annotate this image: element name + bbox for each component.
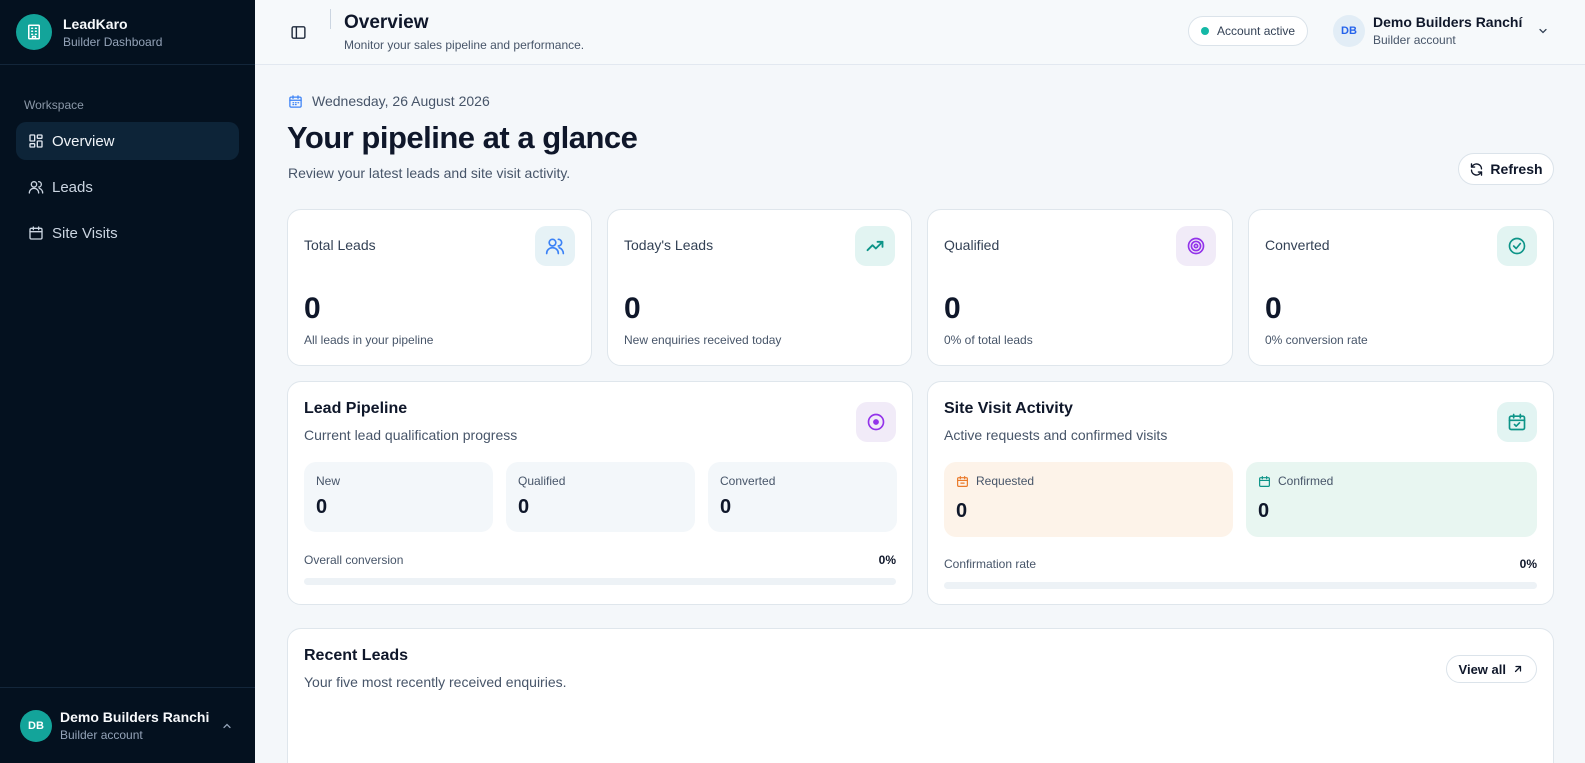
stat-card-todays-leads: Today's Leads 0 New enquiries received t… xyxy=(607,209,912,366)
stat-value: 0 xyxy=(1265,292,1282,325)
header-user-name[interactable]: Demo Builders Ranchí xyxy=(1373,14,1522,30)
stage-value: 0 xyxy=(720,496,732,518)
sidebar: LeadKaro Builder Dashboard Workspace Ove… xyxy=(0,0,255,763)
stat-label: Converted xyxy=(1265,237,1330,253)
calendar-icon xyxy=(1259,475,1270,487)
requested-value: 0 xyxy=(956,500,968,522)
chevron-up-icon xyxy=(223,723,231,729)
conversion-label: Overall conversion xyxy=(304,553,404,567)
stat-value: 0 xyxy=(944,292,961,325)
view-all-button[interactable]: View all xyxy=(1445,655,1537,683)
confirmation-label: Confirmation rate xyxy=(944,557,1037,571)
date-text: Wednesday, 26 August 2026 xyxy=(312,93,490,109)
brand[interactable]: LeadKaro Builder Dashboard xyxy=(0,0,255,65)
check-circle-icon xyxy=(1497,226,1537,266)
sidebar-item-overview[interactable]: Overview xyxy=(16,122,239,160)
sidebar-item-label: Site Visits xyxy=(52,224,118,242)
grid-icon xyxy=(29,134,43,148)
stat-label: Qualified xyxy=(944,237,1000,253)
confirmed-label: Confirmed xyxy=(1278,474,1334,488)
refresh-icon xyxy=(1471,162,1483,176)
users-icon xyxy=(535,226,575,266)
stat-description: 0% conversion rate xyxy=(1265,333,1368,347)
stage-label: Converted xyxy=(720,474,776,488)
sidebar-item-site-visits[interactable]: Site Visits xyxy=(16,214,239,252)
confirmed-value: 0 xyxy=(1258,500,1270,522)
stat-label: Today's Leads xyxy=(624,237,714,253)
visits-requested: Requested 0 xyxy=(944,462,1233,537)
sidebar-item-leads[interactable]: Leads xyxy=(16,168,239,206)
calendar-icon xyxy=(29,226,43,240)
page-subtitle: Review your latest leads and site visit … xyxy=(288,165,571,181)
confirmation-value: 0% xyxy=(1519,557,1537,571)
conversion-progress-bar xyxy=(304,578,896,585)
arrow-up-right-icon xyxy=(1514,665,1522,673)
stage-label: Qualified xyxy=(518,474,566,488)
users-icon xyxy=(28,181,44,194)
avatar[interactable]: DB xyxy=(1333,15,1365,47)
chevron-down-icon[interactable] xyxy=(1537,25,1549,37)
sidebar-nav: Overview Leads Site Visits xyxy=(16,122,239,260)
sidebar-user-name: Demo Builders Ranchi xyxy=(60,709,210,725)
brand-name: LeadKaro xyxy=(63,15,128,32)
stat-value: 0 xyxy=(624,292,641,325)
stat-description: 0% of total leads xyxy=(944,333,1033,347)
confirmation-progress-bar xyxy=(944,582,1537,589)
panel-subtitle: Your five most recently received enquiri… xyxy=(304,674,567,690)
requested-label: Requested xyxy=(976,474,1035,488)
status-badge: Account active xyxy=(1188,16,1309,46)
recent-leads-card: Recent Leads Your five most recently rec… xyxy=(287,628,1554,763)
sidebar-user-role: Builder account xyxy=(60,728,143,742)
stage-value: 0 xyxy=(518,496,530,518)
header-user-role: Builder account xyxy=(1373,33,1456,47)
target-icon xyxy=(1176,226,1216,266)
refresh-button[interactable]: Refresh xyxy=(1458,153,1554,185)
visits-confirmed: Confirmed 0 xyxy=(1246,462,1537,537)
panel-title: Site Visit Activity xyxy=(944,400,1073,417)
stat-card-converted: Converted 0 0% conversion rate xyxy=(1248,209,1554,366)
stat-value: 0 xyxy=(304,292,321,325)
panel-title: Recent Leads xyxy=(304,647,409,664)
panel-subtitle: Current lead qualification progress xyxy=(304,427,518,443)
sidebar-toggle-button[interactable] xyxy=(286,20,310,44)
stat-description: New enquiries received today xyxy=(624,333,782,347)
stage-label: New xyxy=(316,474,341,488)
stage-value: 0 xyxy=(316,496,328,518)
pipeline-stage-new: New 0 xyxy=(304,462,493,532)
view-all-label: View all xyxy=(1458,661,1506,677)
calendar-icon xyxy=(957,475,968,487)
status-text: Account active xyxy=(1217,24,1296,38)
panel-title: Lead Pipeline xyxy=(304,400,408,417)
conversion-value: 0% xyxy=(878,553,896,567)
refresh-label: Refresh xyxy=(1490,161,1543,177)
top-header: Overview Monitor your sales pipeline and… xyxy=(255,0,1585,65)
stat-card-qualified: Qualified 0 0% of total leads xyxy=(927,209,1233,366)
target-icon xyxy=(856,402,896,442)
building-icon xyxy=(16,14,52,50)
sidebar-item-label: Overview xyxy=(52,132,115,150)
avatar: DB xyxy=(20,709,52,742)
pipeline-stage-qualified: Qualified 0 xyxy=(506,462,695,532)
trending-up-icon xyxy=(855,226,895,266)
panel-left-icon xyxy=(290,25,306,39)
sidebar-user-menu[interactable]: DB Demo Builders Ranchi Builder account xyxy=(0,687,255,763)
page-header-subtitle: Monitor your sales pipeline and performa… xyxy=(344,38,585,52)
status-dot-icon xyxy=(1201,27,1209,35)
page-header-title: Overview xyxy=(344,12,429,33)
stat-description: All leads in your pipeline xyxy=(304,333,434,347)
current-date: Wednesday, 26 August 2026 xyxy=(288,93,490,109)
stat-card-total-leads: Total Leads 0 All leads in your pipeline xyxy=(287,209,592,366)
lead-pipeline-card: Lead Pipeline Current lead qualification… xyxy=(287,381,913,605)
stat-label: Total Leads xyxy=(304,237,376,253)
page-title: Your pipeline at a glance xyxy=(287,120,638,155)
calendar-check-icon xyxy=(1497,402,1537,442)
panel-subtitle: Active requests and confirmed visits xyxy=(944,427,1168,443)
site-visit-activity-card: Site Visit Activity Active requests and … xyxy=(927,381,1554,605)
calendar-icon xyxy=(289,94,302,108)
sidebar-item-label: Leads xyxy=(52,178,93,196)
workspace-label: Workspace xyxy=(24,98,84,112)
header-divider xyxy=(330,9,331,29)
pipeline-stage-converted: Converted 0 xyxy=(708,462,897,532)
brand-subtitle: Builder Dashboard xyxy=(63,34,163,49)
